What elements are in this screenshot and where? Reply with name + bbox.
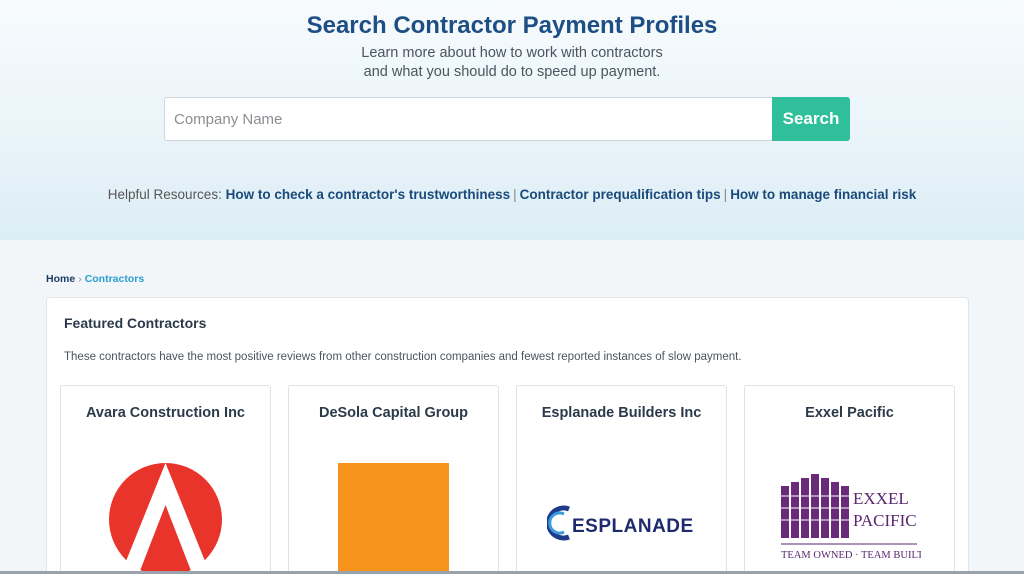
subtitle-line-2: and what you should do to speed up payme…	[363, 64, 661, 80]
svg-text:TEAM OWNED · TEAM BUILT: TEAM OWNED · TEAM BUILT	[781, 550, 921, 561]
contractor-name: DeSola Capital Group	[318, 405, 469, 421]
contractor-card-exxel-pacific[interactable]: Exxel Pacific EXXEL PACIFIC TEAM OWNED ·…	[744, 385, 955, 574]
contractor-name: Avara Construction Inc	[86, 405, 245, 421]
breadcrumb: Home › Contractors	[46, 273, 144, 285]
subtitle-line-1: Learn more about how to work with contra…	[361, 45, 663, 61]
svg-text:ESPLANADE: ESPLANADE	[572, 516, 694, 537]
link-separator: |	[723, 187, 728, 202]
financial-risk-link[interactable]: How to manage financial risk	[730, 187, 916, 202]
resources-label: Helpful Resources:	[107, 187, 222, 202]
helpful-resources: Helpful Resources: How to check a contra…	[0, 187, 1024, 202]
contractor-card-esplanade[interactable]: Esplanade Builders Inc ESPLANADE	[516, 385, 727, 574]
search-hero: Search Contractor Payment Profiles Learn…	[0, 0, 1024, 240]
breadcrumb-current: Contractors	[84, 273, 145, 285]
contractor-card-avara[interactable]: Avara Construction Inc	[60, 385, 271, 574]
contractor-name: Exxel Pacific	[805, 405, 894, 421]
trustworthiness-link[interactable]: How to check a contractor's trustworthin…	[226, 187, 511, 202]
breadcrumb-home-link[interactable]: Home	[46, 273, 75, 285]
esplanade-logo: ESPLANADE	[547, 505, 694, 541]
contractor-name: Esplanade Builders Inc	[541, 405, 702, 421]
search-form: Search	[164, 97, 850, 141]
contractor-card-desola[interactable]: DeSola Capital Group	[288, 385, 499, 574]
svg-text:EXXEL: EXXEL	[853, 489, 909, 508]
page-subtitle: Learn more about how to work with contra…	[0, 44, 1024, 82]
prequalification-tips-link[interactable]: Contractor prequalification tips	[520, 187, 721, 202]
page-title: Search Contractor Payment Profiles	[306, 12, 718, 39]
link-separator: |	[513, 187, 517, 202]
avara-logo	[109, 463, 222, 574]
chevron-right-icon: ›	[78, 273, 82, 285]
featured-description: These contractors have the most positive…	[64, 351, 742, 363]
svg-text:PACIFIC: PACIFIC	[853, 511, 917, 530]
exxel-pacific-logo: EXXEL PACIFIC TEAM OWNED · TEAM BUILT	[781, 474, 921, 561]
company-search-input[interactable]	[164, 97, 772, 141]
featured-title: Featured Contractors	[64, 315, 207, 331]
desola-logo	[338, 463, 449, 574]
search-button[interactable]: Search	[772, 97, 850, 141]
featured-contractors-panel: Featured Contractors These contractors h…	[46, 297, 969, 574]
